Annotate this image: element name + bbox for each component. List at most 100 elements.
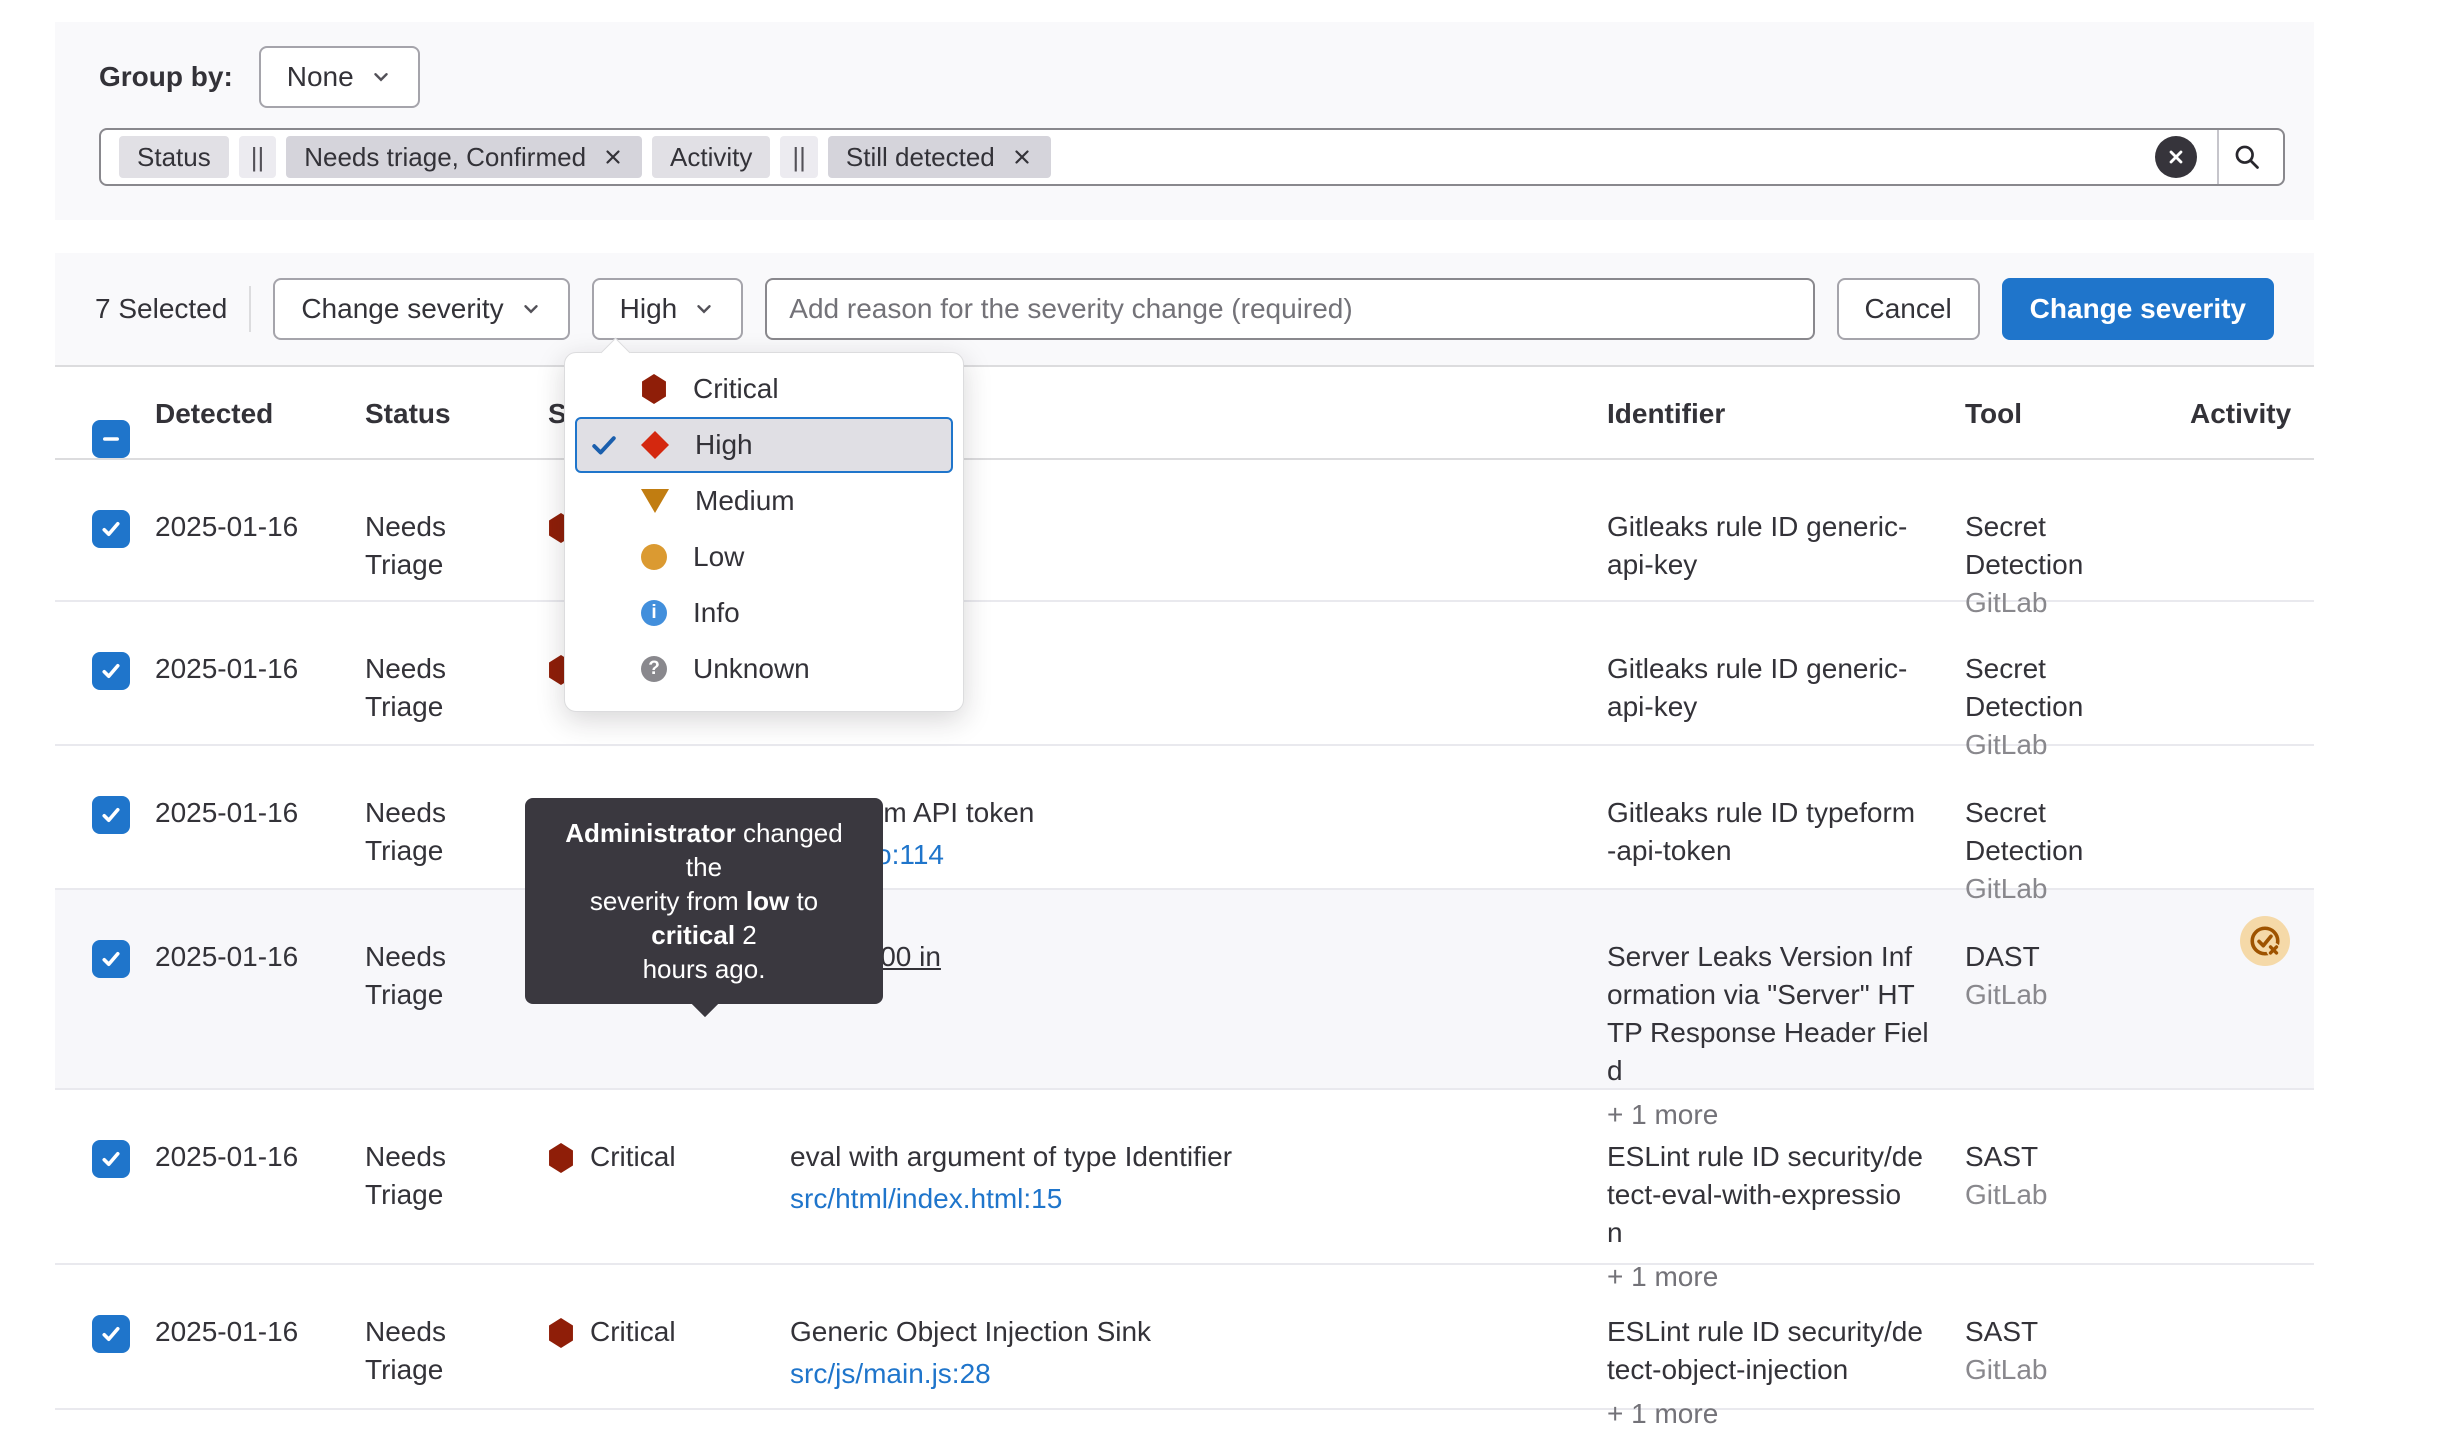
bulk-edit-bar: 7 Selected Change severity High Cancel C… (55, 253, 2314, 367)
chevron-down-icon (370, 66, 392, 88)
clear-search-button[interactable] (2155, 136, 2197, 178)
identifier-cell: Gitleaks rule ID generic- api-key (1607, 460, 1965, 622)
row-checkbox[interactable] (92, 510, 130, 548)
severity-medium-icon (641, 489, 669, 513)
row-checkbox[interactable] (92, 796, 130, 834)
change-severity-dropdown[interactable]: Change severity (273, 278, 569, 340)
group-by-dropdown[interactable]: None (259, 46, 420, 108)
change-severity-submit-button[interactable]: Change severity (2002, 278, 2274, 340)
tool-cell: Secret Detection GitLab (1965, 460, 2190, 622)
table-row: 2025-01-16 Needs Triage Critical Generic… (55, 1265, 2314, 1410)
activity-cell (2190, 602, 2314, 764)
filter-token-attribute[interactable]: Activity (652, 136, 770, 178)
tool-cell: Secret Detection GitLab (1965, 746, 2190, 908)
severity-dropdown-menu: Critical High Medium Low i Info ? Unknow… (564, 352, 964, 712)
table-header-row: Detected Status Severity Identifier Tool… (55, 369, 2314, 460)
table-row: 2025-01-16 Needs Triage Critical CWE-200… (55, 890, 2314, 1090)
severity-label: Critical (590, 1138, 676, 1176)
row-checkbox[interactable] (92, 940, 130, 978)
status-cell: Needs Triage (365, 746, 548, 908)
severity-info-icon: i (641, 600, 667, 626)
column-header-identifier: Identifier (1607, 398, 1965, 430)
check-icon (99, 659, 123, 683)
file-link[interactable]: o:114 (876, 836, 944, 874)
menu-item-unknown[interactable]: ? Unknown (565, 641, 963, 697)
severity-critical-icon (641, 374, 667, 404)
vulnerability-title[interactable]: eval with argument of type Identifier (790, 1138, 1583, 1176)
identifier-cell: Gitleaks rule ID generic- api-key (1607, 602, 1965, 764)
still-detected-activity-icon[interactable] (2240, 916, 2290, 966)
activity-cell (2190, 1265, 2314, 1430)
tool-cell: Secret Detection GitLab (1965, 602, 2190, 764)
filter-token-value[interactable]: Still detected (828, 136, 1051, 178)
status-cell: Needs Triage (365, 1265, 548, 1430)
identifier-cell: Gitleaks rule ID typeform -api-token (1607, 746, 1965, 908)
severity-low-icon (641, 544, 667, 570)
chevron-down-icon (693, 298, 715, 320)
divider (249, 286, 251, 332)
menu-item-low[interactable]: Low (565, 529, 963, 585)
cancel-button[interactable]: Cancel (1837, 278, 1980, 340)
filtered-search-bar[interactable]: Status || Needs triage, Confirmed Activi… (99, 128, 2285, 186)
group-by-label: Group by: (99, 61, 233, 93)
detected-cell: 2025-01-16 (155, 746, 365, 908)
tool-cell: SAST GitLab (1965, 1265, 2190, 1430)
filter-token-operator[interactable]: || (780, 136, 818, 178)
activity-cell (2190, 746, 2314, 908)
select-all-checkbox[interactable] (92, 420, 130, 458)
table-row: 2025-01-16 Needs Triage Critical eval wi… (55, 1090, 2314, 1265)
identifier-more-link[interactable]: + 1 more (1607, 1395, 1941, 1430)
row-checkbox[interactable] (92, 1140, 130, 1178)
vulnerability-title[interactable]: Generic Object Injection Sink (790, 1313, 1583, 1351)
row-checkbox[interactable] (92, 1315, 130, 1353)
menu-item-info[interactable]: i Info (565, 585, 963, 641)
filter-token-operator[interactable]: || (239, 136, 277, 178)
status-cell: Needs Triage (365, 460, 548, 622)
clear-icon (2165, 146, 2187, 168)
search-icon (2232, 142, 2262, 172)
tool-vendor: GitLab (1965, 1176, 2166, 1214)
severity-value-dropdown[interactable]: High (592, 278, 744, 340)
menu-item-medium[interactable]: Medium (565, 473, 963, 529)
check-icon (99, 1322, 123, 1346)
search-button[interactable] (2217, 130, 2275, 184)
detected-cell: 2025-01-16 (155, 460, 365, 622)
check-icon (99, 1147, 123, 1171)
severity-change-tooltip: Administrator changed the severity from … (525, 798, 883, 1004)
severity-label: Critical (590, 1313, 676, 1351)
menu-item-high[interactable]: High (575, 417, 953, 473)
column-header-tool: Tool (1965, 398, 2190, 430)
check-icon (99, 947, 123, 971)
table-row: 2025-01-16 Needs Triage Gitleaks rule ID… (55, 460, 2314, 602)
menu-item-critical[interactable]: Critical (565, 361, 963, 417)
table-row: 2025-01-16 Needs Triage Critical Typefor… (55, 746, 2314, 890)
table-row: 2025-01-16 Needs Triage Gitleaks rule ID… (55, 602, 2314, 746)
severity-change-reason-input[interactable] (765, 278, 1814, 340)
chevron-down-icon (520, 298, 542, 320)
activity-cell (2190, 460, 2314, 622)
filter-panel: Group by: None Status || Needs triage, C… (55, 22, 2314, 220)
filter-token-attribute[interactable]: Status (119, 136, 229, 178)
row-checkbox[interactable] (92, 652, 130, 690)
check-icon (99, 517, 123, 541)
remove-token-icon[interactable] (602, 146, 624, 168)
vulnerability-title[interactable]: Typeform API token (790, 794, 1583, 832)
filter-token-value[interactable]: Needs triage, Confirmed (286, 136, 642, 178)
column-header-detected: Detected (155, 398, 365, 430)
severity-high-icon (641, 431, 669, 459)
detected-cell: 2025-01-16 (155, 602, 365, 764)
vulnerability-table: Detected Status Severity Identifier Tool… (55, 369, 2314, 1410)
severity-critical-icon (548, 1318, 574, 1348)
selected-count: 7 Selected (95, 293, 227, 325)
check-circle-dismiss-icon (2248, 924, 2282, 958)
file-link[interactable]: src/html/index.html:15 (790, 1180, 1062, 1218)
file-link[interactable]: src/js/main.js:28 (790, 1355, 991, 1393)
column-header-status: Status (365, 398, 548, 430)
remove-token-icon[interactable] (1011, 146, 1033, 168)
indeterminate-icon (100, 428, 122, 450)
status-cell: Needs Triage (365, 602, 548, 764)
column-header-activity: Activity (2190, 398, 2314, 430)
tool-vendor: GitLab (1965, 1351, 2166, 1389)
tool-vendor: GitLab (1965, 976, 2166, 1014)
detected-cell: 2025-01-16 (155, 1265, 365, 1430)
